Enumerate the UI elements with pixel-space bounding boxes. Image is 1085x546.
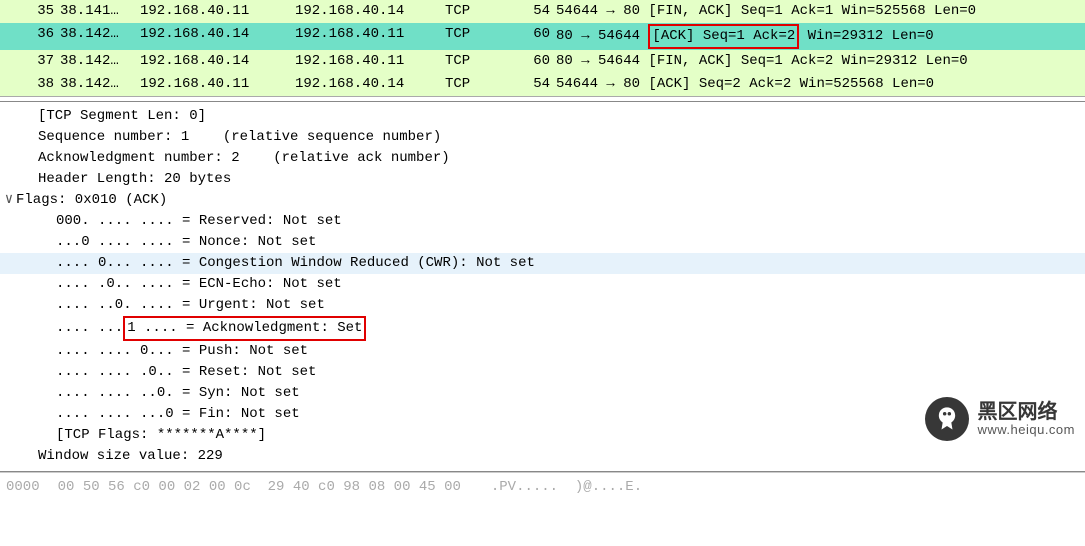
- col-source: 192.168.40.14: [140, 24, 295, 49]
- header-length[interactable]: Header Length: 20 bytes: [0, 169, 1085, 190]
- flag-syn[interactable]: .... .... ..0. = Syn: Not set: [0, 383, 1085, 404]
- flags-label: Flags: 0x010 (ACK): [16, 192, 167, 208]
- packet-list[interactable]: 35 38.141… 192.168.40.11 192.168.40.14 T…: [0, 0, 1085, 97]
- col-no: 36: [0, 24, 60, 49]
- flag-reset[interactable]: .... .... .0.. = Reset: Not set: [0, 362, 1085, 383]
- col-no: 35: [0, 1, 60, 22]
- col-info: 80 → 54644 [FIN, ACK] Seq=1 Ack=2 Win=29…: [550, 51, 1085, 72]
- flag-urgent[interactable]: .... ..0. .... = Urgent: Not set: [0, 295, 1085, 316]
- flag-push[interactable]: .... .... 0... = Push: Not set: [0, 341, 1085, 362]
- hex-dump-pane[interactable]: 0000 00 50 56 c0 00 02 00 0c 29 40 c0 98 …: [0, 472, 1085, 502]
- col-no: 37: [0, 51, 60, 72]
- flag-ecn[interactable]: .... .0.. .... = ECN-Echo: Not set: [0, 274, 1085, 295]
- flag-cwr[interactable]: .... 0... .... = Congestion Window Reduc…: [0, 253, 1085, 274]
- packet-row[interactable]: 37 38.142… 192.168.40.14 192.168.40.11 T…: [0, 50, 1085, 73]
- packet-row[interactable]: 35 38.141… 192.168.40.11 192.168.40.14 T…: [0, 0, 1085, 23]
- col-info: 54644 → 80 [FIN, ACK] Seq=1 Ack=1 Win=52…: [550, 1, 1085, 22]
- flag-reserved[interactable]: 000. .... .... = Reserved: Not set: [0, 211, 1085, 232]
- info-pre: 80 → 54644: [556, 28, 648, 44]
- col-time: 38.142…: [60, 24, 140, 49]
- col-time: 38.142…: [60, 74, 140, 95]
- flag-ack-prefix: .... ...: [56, 320, 123, 336]
- watermark-logo-icon: [925, 397, 969, 441]
- col-length: 54: [520, 1, 550, 22]
- col-length: 60: [520, 51, 550, 72]
- acknowledgment-number[interactable]: Acknowledgment number: 2 (relative ack n…: [0, 148, 1085, 169]
- tcp-segment-len[interactable]: [TCP Segment Len: 0]: [0, 106, 1085, 127]
- col-length: 54: [520, 74, 550, 95]
- flags-header[interactable]: ∨Flags: 0x010 (ACK): [0, 190, 1085, 211]
- col-time: 38.141…: [60, 1, 140, 22]
- col-protocol: TCP: [445, 24, 520, 49]
- watermark-title: 黑区网络: [977, 401, 1075, 423]
- col-protocol: TCP: [445, 51, 520, 72]
- watermark: 黑区网络 www.heiqu.com: [925, 397, 1075, 441]
- col-no: 38: [0, 74, 60, 95]
- hex-bytes: 00 50 56 c0 00 02 00 0c 29 40 c0 98 08 0…: [58, 479, 461, 495]
- col-destination: 192.168.40.11: [295, 51, 445, 72]
- col-time: 38.142…: [60, 51, 140, 72]
- col-source: 192.168.40.11: [140, 74, 295, 95]
- packet-row[interactable]: 38 38.142… 192.168.40.11 192.168.40.14 T…: [0, 73, 1085, 96]
- flag-acknowledgment[interactable]: .... ...1 .... = Acknowledgment: Set: [0, 316, 1085, 341]
- window-size[interactable]: Window size value: 229: [0, 446, 1085, 467]
- col-info: 80 → 54644 [ACK] Seq=1 Ack=2 Win=29312 L…: [550, 24, 1085, 49]
- sequence-number[interactable]: Sequence number: 1 (relative sequence nu…: [0, 127, 1085, 148]
- col-protocol: TCP: [445, 1, 520, 22]
- highlight-annotation: 1 .... = Acknowledgment: Set: [123, 316, 366, 341]
- col-source: 192.168.40.14: [140, 51, 295, 72]
- watermark-text: 黑区网络 www.heiqu.com: [977, 401, 1075, 437]
- col-length: 60: [520, 24, 550, 49]
- col-destination: 192.168.40.14: [295, 1, 445, 22]
- packet-row-selected[interactable]: 36 38.142… 192.168.40.14 192.168.40.11 T…: [0, 23, 1085, 50]
- tcp-flags-summary[interactable]: [TCP Flags: *******A****]: [0, 425, 1085, 446]
- watermark-url: www.heiqu.com: [977, 423, 1075, 437]
- col-info: 54644 → 80 [ACK] Seq=2 Ack=2 Win=525568 …: [550, 74, 1085, 95]
- col-protocol: TCP: [445, 74, 520, 95]
- col-source: 192.168.40.11: [140, 1, 295, 22]
- flag-fin[interactable]: .... .... ...0 = Fin: Not set: [0, 404, 1085, 425]
- hex-offset: 0000: [6, 479, 40, 495]
- hex-ascii: .PV..... )@....E.: [491, 479, 642, 495]
- info-post: Win=29312 Len=0: [799, 28, 933, 44]
- col-destination: 192.168.40.14: [295, 74, 445, 95]
- col-destination: 192.168.40.11: [295, 24, 445, 49]
- packet-details-pane[interactable]: [TCP Segment Len: 0] Sequence number: 1 …: [0, 101, 1085, 472]
- highlight-annotation: [ACK] Seq=1 Ack=2: [648, 24, 799, 49]
- flag-nonce[interactable]: ...0 .... .... = Nonce: Not set: [0, 232, 1085, 253]
- collapse-icon[interactable]: ∨: [2, 190, 16, 211]
